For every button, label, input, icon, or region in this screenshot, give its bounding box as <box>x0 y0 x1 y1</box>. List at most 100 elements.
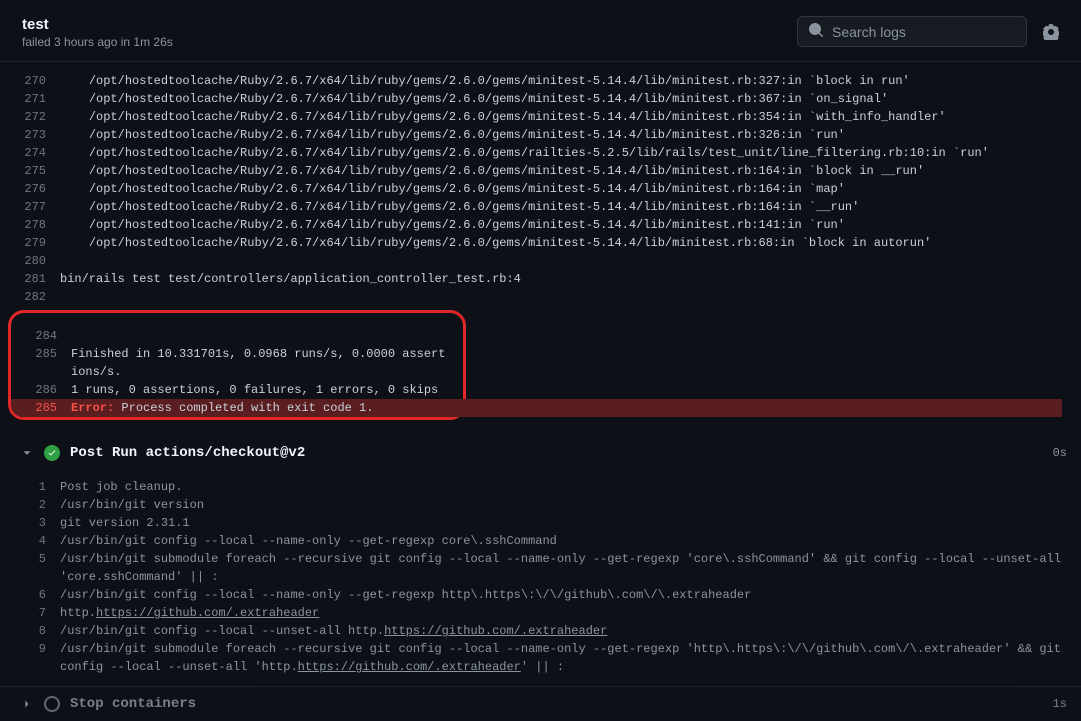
log-line: 281bin/rails test test/controllers/appli… <box>0 270 1081 288</box>
line-number: 7 <box>0 604 60 622</box>
line-text: bin/rails test test/controllers/applicat… <box>60 270 1081 288</box>
line-text: /opt/hostedtoolcache/Ruby/2.6.7/x64/lib/… <box>60 162 1081 180</box>
error-line: 285 Error: Process completed with exit c… <box>11 399 463 417</box>
line-text: http.https://github.com/.extraheader <box>60 604 1081 622</box>
line-number: 2 <box>0 496 60 514</box>
log-line: 2/usr/bin/git version <box>0 496 1081 514</box>
log-line: 276 /opt/hostedtoolcache/Ruby/2.6.7/x64/… <box>0 180 1081 198</box>
log-line: 1Post job cleanup. <box>0 478 1081 496</box>
line-number: 281 <box>0 270 60 288</box>
error-line-tail <box>455 399 1062 417</box>
link[interactable]: https://github.com/.extraheader <box>384 624 607 638</box>
line-number: 277 <box>0 198 60 216</box>
step-header-stop-containers[interactable]: Stop containers 1s <box>0 686 1081 721</box>
line-number: 273 <box>0 126 60 144</box>
log-line: 277 /opt/hostedtoolcache/Ruby/2.6.7/x64/… <box>0 198 1081 216</box>
log-pane[interactable]: 270 /opt/hostedtoolcache/Ruby/2.6.7/x64/… <box>0 62 1081 721</box>
line-number: 278 <box>0 216 60 234</box>
line-text: 1 runs, 0 assertions, 0 failures, 1 erro… <box>71 381 463 399</box>
log-line: 278 /opt/hostedtoolcache/Ruby/2.6.7/x64/… <box>0 216 1081 234</box>
search-box[interactable] <box>797 16 1027 47</box>
log-header: test failed 3 hours ago in 1m 26s <box>0 0 1081 62</box>
line-number: 286 <box>11 381 71 399</box>
step-header-post-checkout[interactable]: Post Run actions/checkout@v2 0s <box>0 436 1081 470</box>
line-text <box>60 252 1081 270</box>
line-text: /opt/hostedtoolcache/Ruby/2.6.7/x64/lib/… <box>60 180 1081 198</box>
line-text: /opt/hostedtoolcache/Ruby/2.6.7/x64/lib/… <box>60 216 1081 234</box>
step-title: Stop containers <box>70 695 196 713</box>
line-number: 272 <box>0 108 60 126</box>
step-duration: 1s <box>1053 695 1067 713</box>
log-line: 272 /opt/hostedtoolcache/Ruby/2.6.7/x64/… <box>0 108 1081 126</box>
line-text <box>71 327 463 345</box>
step-title: Post Run actions/checkout@v2 <box>70 444 305 462</box>
link[interactable]: https://github.com/.extraheader <box>96 606 319 620</box>
line-text: /opt/hostedtoolcache/Ruby/2.6.7/x64/lib/… <box>60 234 1081 252</box>
line-number: 284 <box>11 327 71 345</box>
line-number: 5 <box>0 550 60 586</box>
search-icon <box>808 22 824 41</box>
line-text: /usr/bin/git version <box>60 496 1081 514</box>
line-number: 9 <box>0 640 60 676</box>
log-line: 3git version 2.31.1 <box>0 514 1081 532</box>
line-text: /usr/bin/git submodule foreach --recursi… <box>60 550 1081 586</box>
log-line: 8/usr/bin/git config --local --unset-all… <box>0 622 1081 640</box>
log-line: 273 /opt/hostedtoolcache/Ruby/2.6.7/x64/… <box>0 126 1081 144</box>
log-line: 282 <box>0 288 1081 306</box>
line-number: 274 <box>0 144 60 162</box>
line-number: 282 <box>0 288 60 306</box>
job-title: test <box>22 16 173 33</box>
gear-icon <box>1043 24 1059 40</box>
line-text: /usr/bin/git submodule foreach --recursi… <box>60 640 1081 676</box>
line-number: 1 <box>0 478 60 496</box>
line-number: 270 <box>0 72 60 90</box>
chevron-down-icon <box>20 446 34 460</box>
job-status: failed 3 hours ago in 1m 26s <box>22 35 173 49</box>
line-number: 279 <box>0 234 60 252</box>
line-number: 8 <box>0 622 60 640</box>
line-text: /usr/bin/git config --local --name-only … <box>60 586 1081 604</box>
line-number: 6 <box>0 586 60 604</box>
log-line: 271 /opt/hostedtoolcache/Ruby/2.6.7/x64/… <box>0 90 1081 108</box>
pending-icon <box>44 696 60 712</box>
log-line: 284 <box>11 327 463 345</box>
line-number: 280 <box>0 252 60 270</box>
line-text: git version 2.31.1 <box>60 514 1081 532</box>
line-text: /opt/hostedtoolcache/Ruby/2.6.7/x64/lib/… <box>60 90 1081 108</box>
log-line: 285Finished in 10.331701s, 0.0968 runs/s… <box>11 345 463 381</box>
log-line: 279 /opt/hostedtoolcache/Ruby/2.6.7/x64/… <box>0 234 1081 252</box>
line-text: Post job cleanup. <box>60 478 1081 496</box>
chevron-right-icon <box>20 697 34 711</box>
line-number: 285 <box>11 345 71 381</box>
log-line: 9/usr/bin/git submodule foreach --recurs… <box>0 640 1081 676</box>
log-line: 4/usr/bin/git config --local --name-only… <box>0 532 1081 550</box>
line-text: /opt/hostedtoolcache/Ruby/2.6.7/x64/lib/… <box>60 72 1081 90</box>
log-line: 5/usr/bin/git submodule foreach --recurs… <box>0 550 1081 586</box>
log-line: 2861 runs, 0 assertions, 0 failures, 1 e… <box>11 381 463 399</box>
line-text: /usr/bin/git config --local --name-only … <box>60 532 1081 550</box>
check-icon <box>44 445 60 461</box>
line-number: 3 <box>0 514 60 532</box>
line-number: 4 <box>0 532 60 550</box>
log-line: 274 /opt/hostedtoolcache/Ruby/2.6.7/x64/… <box>0 144 1081 162</box>
log-line: 6/usr/bin/git config --local --name-only… <box>0 586 1081 604</box>
log-line: 275 /opt/hostedtoolcache/Ruby/2.6.7/x64/… <box>0 162 1081 180</box>
line-number: 271 <box>0 90 60 108</box>
step-duration: 0s <box>1053 444 1067 462</box>
log-line: 7http.https://github.com/.extraheader <box>0 604 1081 622</box>
highlight-annotation: 284285Finished in 10.331701s, 0.0968 run… <box>8 310 466 420</box>
line-text <box>60 288 1081 306</box>
line-number: 275 <box>0 162 60 180</box>
settings-button[interactable] <box>1037 18 1065 46</box>
line-text: /opt/hostedtoolcache/Ruby/2.6.7/x64/lib/… <box>60 144 1081 162</box>
line-number: 276 <box>0 180 60 198</box>
line-text: /opt/hostedtoolcache/Ruby/2.6.7/x64/lib/… <box>60 198 1081 216</box>
line-text: /usr/bin/git config --local --unset-all … <box>60 622 1081 640</box>
search-input[interactable] <box>832 24 1016 40</box>
link[interactable]: https://github.com/.extraheader <box>298 660 521 674</box>
log-line: 280 <box>0 252 1081 270</box>
line-text: /opt/hostedtoolcache/Ruby/2.6.7/x64/lib/… <box>60 108 1081 126</box>
line-text: /opt/hostedtoolcache/Ruby/2.6.7/x64/lib/… <box>60 126 1081 144</box>
log-line: 270 /opt/hostedtoolcache/Ruby/2.6.7/x64/… <box>0 72 1081 90</box>
line-text: Finished in 10.331701s, 0.0968 runs/s, 0… <box>71 345 463 381</box>
